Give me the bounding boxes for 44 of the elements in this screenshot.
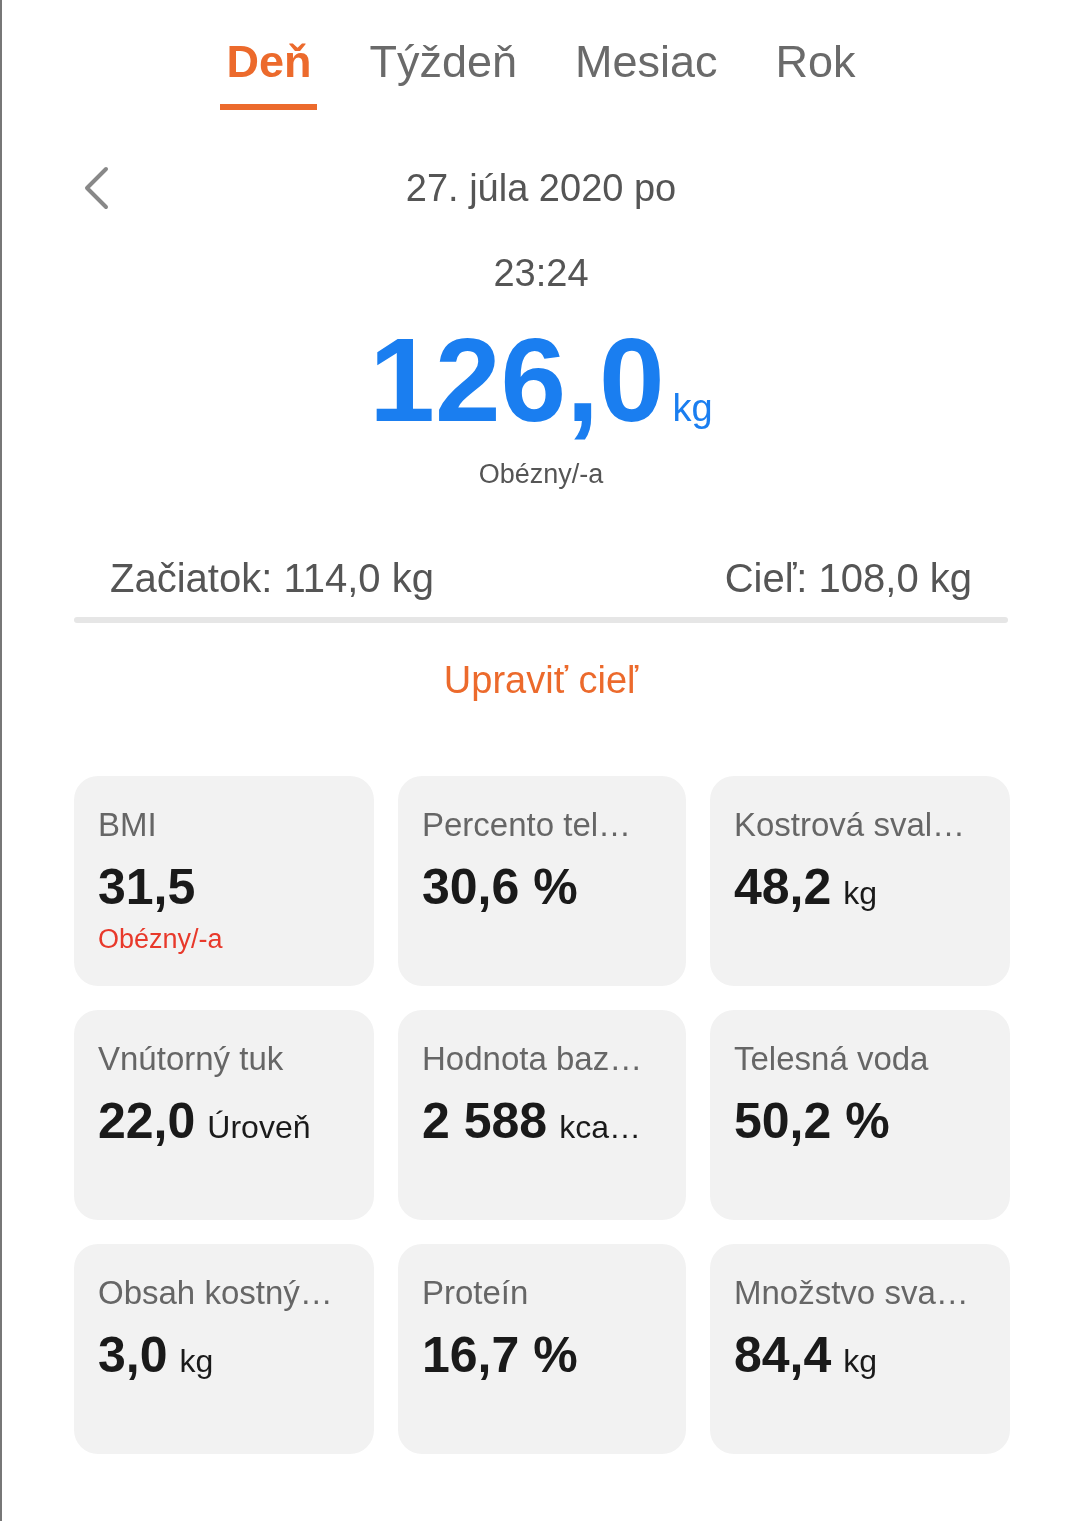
metric-label: Hodnota baz… <box>422 1040 644 1078</box>
back-chevron-icon[interactable] <box>82 166 110 210</box>
metric-unit: kg <box>843 1343 878 1380</box>
metric-card[interactable]: BMI 31,5 Obézny/-a <box>74 776 374 986</box>
metric-label: Množstvo sva… <box>734 1274 970 1312</box>
metric-value: 84,4 <box>734 1326 832 1384</box>
metric-label: Vnútorný tuk <box>98 1040 285 1078</box>
metric-value: 30,6 % <box>422 858 578 916</box>
metric-card[interactable]: Obsah kostný… 3,0 kg <box>74 1244 374 1454</box>
metric-status: Obézny/-a <box>98 924 224 955</box>
metric-card[interactable]: Telesná voda 50,2 % <box>710 1010 1010 1220</box>
metric-unit: kg <box>843 875 878 912</box>
metric-label: BMI <box>98 806 158 844</box>
metric-card[interactable]: Percento tel… 30,6 % <box>398 776 686 986</box>
metric-label: Proteín <box>422 1274 530 1312</box>
metric-value: 16,7 % <box>422 1326 578 1384</box>
goal-weight: Cieľ: 108,0 kg <box>724 556 972 601</box>
time-label: 23:24 <box>492 252 590 295</box>
metric-label: Telesná voda <box>734 1040 930 1078</box>
tab[interactable]: Mesiac <box>569 32 724 110</box>
metric-value: 22,0 <box>98 1092 196 1150</box>
date-label: 27. júla 2020 po <box>405 166 677 210</box>
metric-card[interactable]: Proteín 16,7 % <box>398 1244 686 1454</box>
metric-unit: Úroveň <box>207 1109 311 1146</box>
metric-card[interactable]: Kostrová sval… 48,2 kg <box>710 776 1010 986</box>
metric-value: 3,0 <box>98 1326 168 1384</box>
metric-card[interactable]: Vnútorný tuk 22,0 Úroveň <box>74 1010 374 1220</box>
metric-unit: kg <box>179 1343 214 1380</box>
tab[interactable]: Rok <box>769 32 862 110</box>
metric-label: Kostrová sval… <box>734 806 967 844</box>
metric-label: Percento tel… <box>422 806 633 844</box>
metric-card[interactable]: Hodnota baz… 2 588 kca… <box>398 1010 686 1220</box>
metric-unit: kca… <box>559 1109 641 1146</box>
weight-unit: kg <box>672 387 713 430</box>
metric-value: 50,2 % <box>734 1092 890 1150</box>
weight-status: Obézny/-a <box>477 459 605 490</box>
weight-value: 126,0 <box>369 321 665 439</box>
tab[interactable]: Týždeň <box>363 32 523 110</box>
metric-label: Obsah kostný… <box>98 1274 334 1312</box>
metric-value: 31,5 <box>98 858 196 916</box>
start-weight: Začiatok: 114,0 kg <box>110 556 434 601</box>
metric-card[interactable]: Množstvo sva… 84,4 kg <box>710 1244 1010 1454</box>
metric-value: 48,2 <box>734 858 832 916</box>
metric-value: 2 588 <box>422 1092 548 1150</box>
